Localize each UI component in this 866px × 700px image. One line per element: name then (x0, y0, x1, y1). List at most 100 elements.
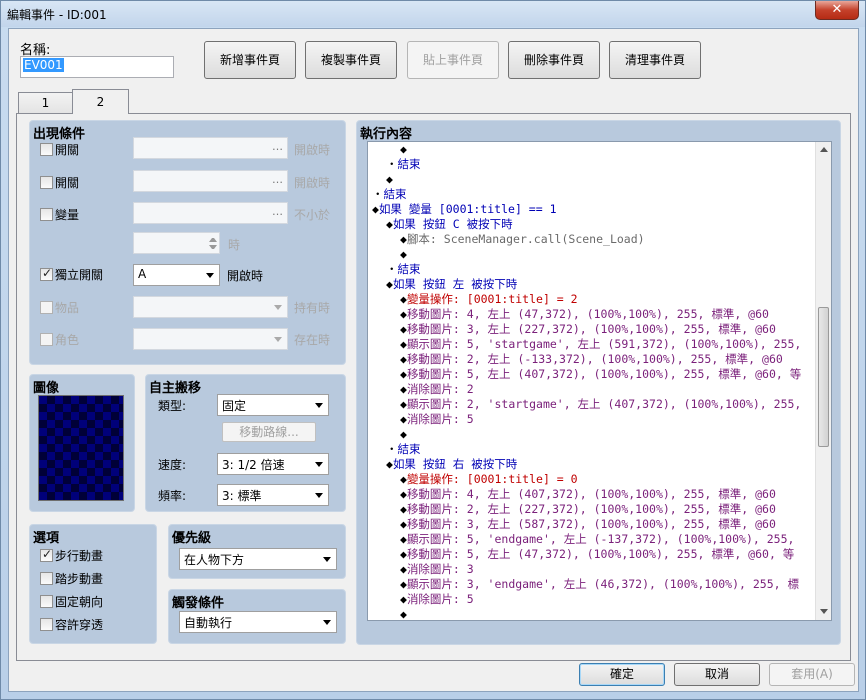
command-line[interactable]: ◆顯示圖片: 2, 'startgame', 左上 (407,372), (10… (368, 397, 801, 412)
command-line[interactable]: ◆腳本: SceneManager.call(Scene_Load) (368, 232, 801, 247)
switch1-checkbox[interactable] (40, 143, 53, 156)
item-select[interactable] (133, 296, 288, 318)
scroll-thumb[interactable] (818, 307, 829, 447)
self-switch-checkbox[interactable] (40, 266, 53, 281)
direction-fix-checkbox[interactable] (40, 595, 53, 608)
command-text: 腳本: SceneManager.call(Scene_Load) (406, 232, 645, 246)
command-text: 結束 (397, 157, 421, 171)
spin-down-icon[interactable] (209, 245, 217, 249)
diamond-icon: ◆ (386, 217, 393, 231)
speed-select[interactable]: 3: 1/2 倍速 (217, 453, 329, 475)
command-line[interactable]: ◆ (368, 247, 801, 262)
switch1-field[interactable]: … (133, 137, 288, 159)
paste-page-button[interactable]: 貼上事件頁 (407, 41, 499, 79)
new-page-button[interactable]: 新增事件頁 (204, 41, 296, 79)
command-line[interactable]: ◆移動圖片: 4, 左上 (407,372), (100%,100%), 255… (368, 487, 801, 502)
command-line[interactable]: ◆如果 變量 [0001:title] == 1 (368, 202, 801, 217)
command-line[interactable]: ◆顯示圖片: 5, 'startgame', 左上 (591,372), (10… (368, 337, 801, 352)
delete-page-button[interactable]: 刪除事件頁 (508, 41, 600, 79)
scroll-down-icon[interactable] (820, 609, 828, 614)
command-text: 顯示圖片: 3, 'endgame', 左上 (46,372), (100%,1… (406, 577, 799, 591)
chevron-down-icon (315, 462, 323, 467)
command-line[interactable]: ◆移動圖片: 4, 左上 (47,372), (100%,100%), 255,… (368, 307, 801, 322)
variable-value-spinner[interactable] (133, 232, 220, 254)
priority-select[interactable]: 在人物下方 (179, 548, 337, 570)
command-line[interactable]: ◆移動圖片: 5, 左上 (47,372), (100%,100%), 255,… (368, 547, 801, 562)
command-line[interactable]: ・結束 (368, 262, 801, 277)
actor-select[interactable] (133, 328, 288, 350)
command-line[interactable]: ◆ (368, 172, 801, 187)
cancel-button[interactable]: 取消 (674, 663, 760, 686)
movement-type-select[interactable]: 固定 (217, 394, 329, 416)
stepping-anim-checkbox[interactable] (40, 572, 53, 585)
command-line[interactable]: ◆如果 按鈕 左 被按下時 (368, 277, 801, 292)
trigger-select[interactable]: 自動執行 (179, 611, 337, 633)
command-line[interactable]: ◆ (368, 142, 801, 157)
command-line[interactable]: ◆ (368, 427, 801, 442)
tab-join (73, 113, 128, 115)
command-line[interactable]: ◆ (368, 607, 801, 620)
command-text: 移動圖片: 2, 左上 (227,372), (100%,100%), 255,… (406, 502, 776, 516)
through-label: 容許穿透 (55, 618, 104, 632)
diamond-icon: ◆ (400, 472, 407, 486)
command-text: 如果 (378, 202, 409, 216)
command-list[interactable]: ◆ ・結束 ◆ ・結束 ◆如果 變量 [0001:title] == 1 ◆如果 按鈕 C… (367, 141, 832, 621)
command-text: 顯示圖片: 5, 'endgame', 左上 (-137,372), (100%… (406, 532, 795, 546)
close-button[interactable]: ✕ (815, 1, 859, 20)
self-switch-select[interactable]: A (133, 264, 220, 286)
command-line[interactable]: ◆顯示圖片: 3, 'endgame', 左上 (46,372), (100%,… (368, 577, 801, 592)
self-switch-suffix: 開啟時 (227, 269, 264, 283)
command-line[interactable]: ◆消除圖片: 3 (368, 562, 801, 577)
command-line[interactable]: ◆變量操作: [0001:title] = 0 (368, 472, 801, 487)
tab-page-1[interactable]: 1 (18, 92, 73, 114)
priority-title: 優先級 (172, 531, 212, 546)
title-bar[interactable]: 編輯事件 - ID:001 ✕ (1, 1, 865, 27)
command-line[interactable]: ◆移動圖片: 2, 左上 (-133,372), (100%,100%), 25… (368, 352, 801, 367)
diamond-icon: ◆ (400, 487, 407, 501)
command-text: 移動圖片: 5, 左上 (407,372), (100%,100%), 255,… (406, 367, 802, 381)
switch2-label: 開關 (55, 176, 80, 190)
command-text: 消除圖片: 3 (406, 562, 474, 576)
frequency-select[interactable]: 3: 標準 (217, 484, 329, 506)
command-line[interactable]: ◆變量操作: [0001:title] = 2 (368, 292, 801, 307)
switch2-field[interactable]: … (133, 170, 288, 192)
command-line[interactable]: ◆消除圖片: 5 (368, 592, 801, 607)
copy-page-button[interactable]: 複製事件頁 (305, 41, 397, 79)
contents-title: 執行內容 (360, 127, 413, 142)
command-line[interactable]: ◆移動圖片: 5, 左上 (407,372), (100%,100%), 255… (368, 367, 801, 382)
movement-type-value: 固定 (222, 399, 247, 413)
item-checkbox[interactable] (40, 301, 53, 314)
variable-suffix: 不小於 (294, 208, 331, 222)
move-route-button[interactable]: 移動路線... (222, 422, 316, 442)
scroll-up-icon[interactable] (820, 147, 828, 152)
command-list-scrollbar[interactable] (815, 142, 831, 620)
apply-button[interactable]: 套用(A) (769, 663, 855, 686)
actor-checkbox[interactable] (40, 333, 53, 346)
command-text: 消除圖片: 5 (406, 592, 474, 606)
ok-button[interactable]: 確定 (579, 663, 665, 686)
command-line[interactable]: ◆消除圖片: 5 (368, 412, 801, 427)
command-line[interactable]: ・結束 (368, 157, 801, 172)
command-line[interactable]: ◆消除圖片: 2 (368, 382, 801, 397)
walking-anim-checkbox[interactable] (40, 547, 53, 562)
chevron-down-icon (315, 493, 323, 498)
command-line[interactable]: ・結束 (368, 442, 801, 457)
diamond-icon: ◆ (400, 247, 407, 261)
command-line[interactable]: ・結束 (368, 187, 801, 202)
command-line[interactable]: ◆顯示圖片: 5, 'endgame', 左上 (-137,372), (100… (368, 532, 801, 547)
tab-page-2[interactable]: 2 (72, 89, 129, 115)
spin-up-icon[interactable] (209, 238, 217, 242)
command-line[interactable]: ◆如果 按鈕 右 被按下時 (368, 457, 801, 472)
command-line[interactable]: ◆移動圖片: 2, 左上 (227,372), (100%,100%), 255… (368, 502, 801, 517)
event-graphic[interactable] (38, 395, 124, 501)
command-line[interactable]: ◆如果 按鈕 C 被按下時 (368, 217, 801, 232)
clear-page-button[interactable]: 清理事件頁 (609, 41, 701, 79)
switch2-checkbox[interactable] (40, 176, 53, 189)
variable-checkbox[interactable] (40, 208, 53, 221)
command-line[interactable]: ◆移動圖片: 3, 左上 (587,372), (100%,100%), 255… (368, 517, 801, 532)
variable-field[interactable]: … (133, 202, 288, 224)
through-checkbox[interactable] (40, 618, 53, 631)
name-field[interactable]: EV001 (20, 56, 174, 78)
trigger-title: 觸發條件 (172, 596, 225, 611)
command-line[interactable]: ◆移動圖片: 3, 左上 (227,372), (100%,100%), 255… (368, 322, 801, 337)
